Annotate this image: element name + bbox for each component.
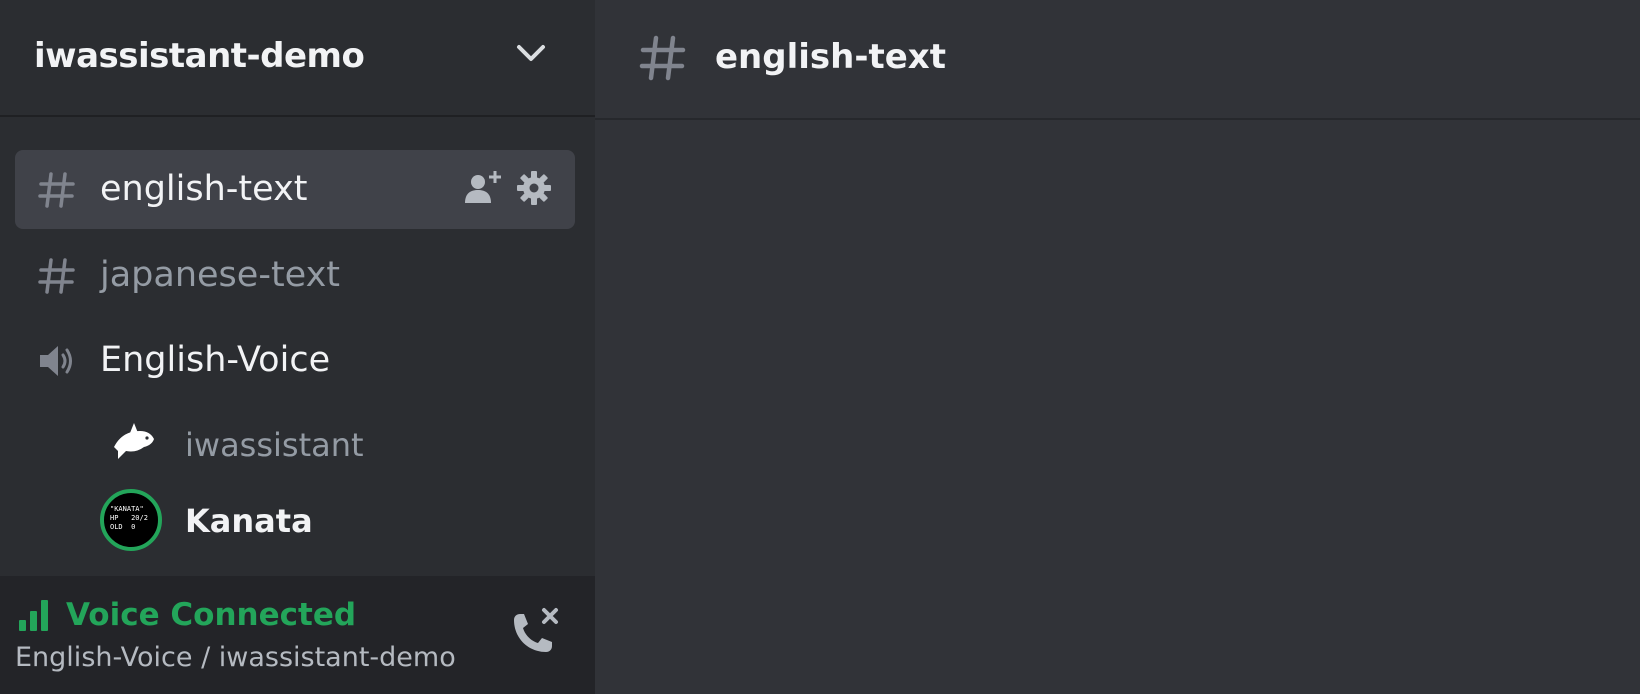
voice-member-iwassistant[interactable]: iwassistant: [100, 413, 560, 477]
speaker-icon: [40, 346, 72, 376]
hash-icon: [639, 35, 686, 81]
channel-english-text[interactable]: english-text: [15, 150, 575, 229]
channel-english-voice[interactable]: English-Voice: [15, 321, 575, 400]
invite-user-icon[interactable]: [463, 169, 501, 207]
voice-member-name: Kanata: [185, 502, 313, 540]
voice-location[interactable]: English-Voice / iwassistant-demo: [15, 642, 456, 673]
channel-label: japanese-text: [100, 255, 341, 295]
voice-member-name: iwassistant: [185, 426, 364, 464]
signal-strength-icon: [19, 600, 48, 631]
voice-member-kanata[interactable]: "KANATA" HP 20/2 OLD 0 Kanata: [100, 489, 560, 553]
channel-label: English-Voice: [100, 340, 331, 380]
channel-label: english-text: [100, 169, 308, 209]
hash-icon: [38, 258, 75, 294]
gear-icon[interactable]: [515, 169, 553, 207]
fish-avatar-icon: [114, 423, 154, 459]
voice-status[interactable]: Voice Connected: [66, 597, 356, 633]
channel-sidebar: iwassistant-demo english-text japanese-t…: [0, 0, 595, 694]
avatar-text: "KANATA" HP 20/2 OLD 0: [110, 505, 148, 531]
main-content: english-text: [595, 0, 1640, 694]
hash-icon: [38, 172, 75, 208]
channel-topbar: english-text: [595, 0, 1640, 120]
avatar: "KANATA" HP 20/2 OLD 0: [100, 489, 162, 551]
server-name: iwassistant-demo: [34, 36, 365, 76]
disconnect-call-icon[interactable]: [508, 606, 562, 660]
channel-actions: [463, 169, 553, 207]
voice-connection-panel: Voice Connected English-Voice / iwassist…: [0, 576, 595, 694]
channel-japanese-text[interactable]: japanese-text: [15, 236, 575, 315]
server-header[interactable]: iwassistant-demo: [0, 0, 595, 117]
chevron-down-icon[interactable]: [515, 40, 547, 68]
page-title: english-text: [715, 37, 946, 77]
